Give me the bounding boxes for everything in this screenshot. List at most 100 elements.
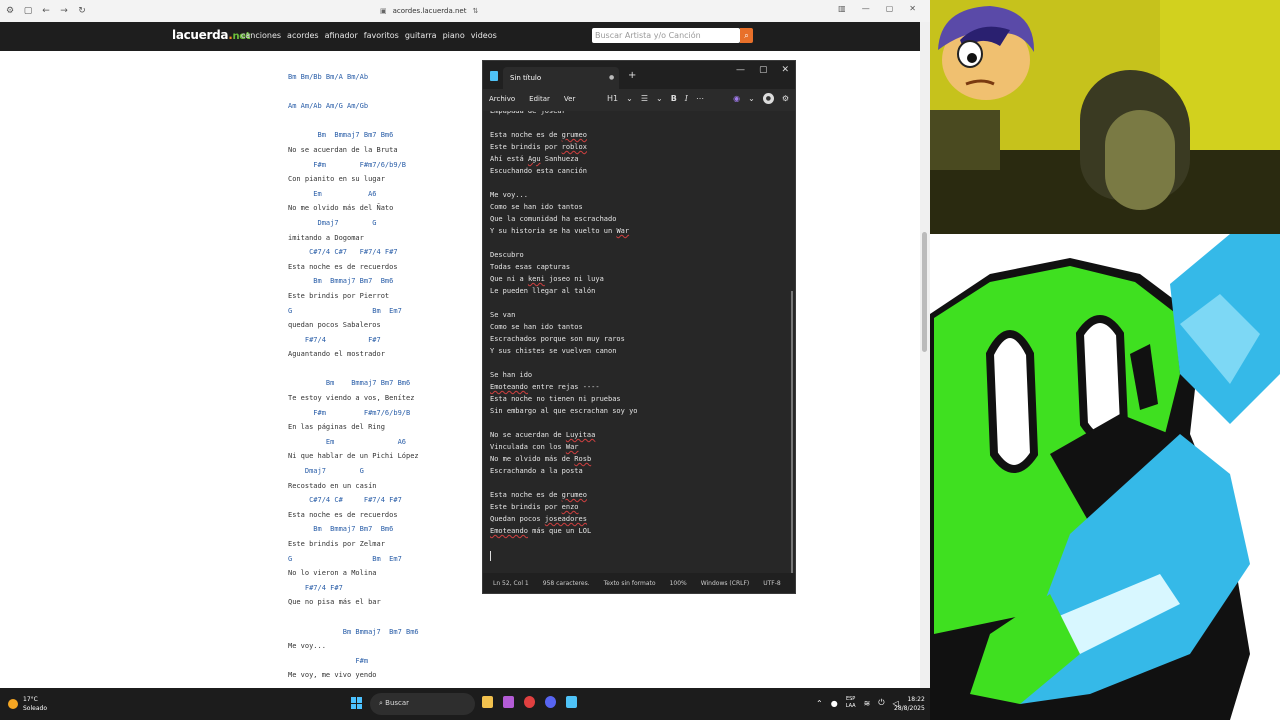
chord-line[interactable]: G Bm Em7 (288, 552, 488, 567)
chord-line[interactable]: Em A6 (288, 187, 488, 202)
tab-close-icon[interactable]: ● (609, 74, 614, 81)
tab-overview-icon[interactable]: ▥ (838, 4, 846, 13)
start-button[interactable] (351, 697, 363, 709)
maximize-icon[interactable]: ▢ (886, 4, 894, 13)
microphone-icon[interactable]: ● (831, 699, 838, 708)
notepad-text-area[interactable]: Empapada de josear Esta noche es de grume… (483, 111, 795, 573)
power-icon[interactable]: ⏻ (878, 698, 884, 708)
browser-menu-icon[interactable]: ⚙ (2, 6, 18, 16)
discord-icon[interactable] (545, 696, 556, 708)
misspelled-word[interactable]: Emoteando (490, 527, 528, 535)
status-format[interactable]: Texto sin formato (604, 580, 656, 587)
weather-widget[interactable]: 17°C Soleado (8, 695, 47, 713)
status-encoding[interactable]: UTF-8 (763, 580, 781, 587)
list-icon[interactable]: ☰ (641, 94, 648, 103)
back-icon[interactable]: ← (38, 6, 54, 16)
game-app-icon[interactable] (503, 696, 514, 708)
misspelled-word[interactable]: War (566, 443, 579, 451)
reload-icon[interactable]: ↻ (74, 6, 90, 16)
misspelled-word[interactable]: joseadores (545, 515, 587, 523)
chevron-down-icon[interactable]: ⌄ (626, 94, 633, 103)
copilot-icon[interactable]: ◉ (733, 94, 740, 103)
chord-line[interactable]: Dmaj7 G (288, 464, 488, 479)
chord-line[interactable]: C#7/4 C# F#7/4 F#7 (288, 493, 488, 508)
scrollbar-thumb[interactable] (922, 232, 927, 352)
minimize-icon[interactable]: — (736, 65, 745, 75)
chord-line[interactable]: Bm Bm/Bb Bm/A Bm/Ab (288, 70, 488, 85)
misspelled-word[interactable]: Emoteando (490, 383, 528, 391)
clock[interactable]: 18:22 28/8/2025 (894, 695, 925, 713)
address-url[interactable]: acordes.lacuerda.net (393, 7, 467, 15)
status-chars: 958 caracteres. (542, 580, 590, 587)
chord-line[interactable]: G Bm Em7 (288, 304, 488, 319)
taskbar-search[interactable]: ⌕ Buscar (370, 693, 475, 715)
site-nav-item[interactable]: guitarra (405, 31, 437, 40)
editor-scrollbar[interactable] (791, 291, 793, 573)
site-info-icon[interactable]: ▣ (380, 7, 387, 15)
wifi-icon[interactable]: ≋ (864, 699, 871, 708)
status-zoom[interactable]: 100% (670, 580, 687, 587)
address-bar[interactable]: ▣ acordes.lacuerda.net ⇅ (380, 4, 478, 18)
misspelled-word[interactable]: Rosb (574, 455, 591, 463)
misspelled-word[interactable]: enzo (562, 503, 579, 511)
site-search-input[interactable]: Buscar Artista y/o Canción (592, 28, 740, 43)
settings-gear-icon[interactable]: ⚙ (782, 94, 789, 103)
more-icon[interactable]: ⋯ (696, 94, 704, 103)
site-nav-item[interactable]: acordes (287, 31, 319, 40)
minimize-icon[interactable]: — (862, 4, 870, 13)
italic-icon[interactable]: I (685, 94, 688, 103)
sidebar-toggle-icon[interactable]: ▢ (20, 6, 36, 16)
chord-line[interactable]: F#7/4 F#7 (288, 581, 488, 596)
new-tab-icon[interactable]: + (628, 70, 636, 81)
notepad-taskbar-icon[interactable] (566, 696, 577, 708)
menu-item[interactable]: Ver (564, 95, 575, 103)
account-avatar-icon[interactable]: ● (762, 93, 774, 104)
misspelled-word[interactable]: War (616, 227, 629, 235)
chord-line[interactable]: Bm Bmmaj7 Bm7 Bm6 (288, 274, 488, 289)
chord-line[interactable]: Dmaj7 G (288, 216, 488, 231)
tune-icon[interactable]: ⇅ (472, 7, 478, 15)
site-nav-item[interactable]: canciones (241, 31, 281, 40)
chord-line[interactable]: Bm Bmmaj7 Bm7 Bm6 (288, 128, 488, 143)
site-nav-item[interactable]: afinador (325, 31, 358, 40)
heading-dropdown[interactable]: H1 (607, 94, 618, 103)
chord-line[interactable]: F#m F#m7/6/b9/B (288, 406, 488, 421)
menu-item[interactable]: Archivo (489, 95, 515, 103)
notepad-tab[interactable]: Sin título (503, 67, 619, 89)
menu-item[interactable]: Editar (529, 95, 550, 103)
close-icon[interactable]: ✕ (781, 65, 789, 75)
file-explorer-icon[interactable] (482, 696, 493, 708)
chord-line[interactable]: Am Am/Ab Am/G Am/Gb (288, 99, 488, 114)
misspelled-word[interactable]: keni (528, 275, 545, 283)
chord-line[interactable]: Em A6 (288, 435, 488, 450)
chrome-icon[interactable] (524, 696, 535, 708)
language-indicator[interactable]: ESP LAA (846, 696, 856, 710)
chevron-down-icon[interactable]: ⌄ (748, 94, 755, 103)
site-logo[interactable]: lacuerda.net (172, 28, 251, 42)
chord-line[interactable]: Bm Bmmaj7 Bm7 Bm6 (288, 625, 488, 640)
close-icon[interactable]: ✕ (909, 4, 916, 13)
misspelled-word[interactable]: grumeo (562, 491, 587, 499)
bold-icon[interactable]: B (671, 94, 677, 103)
chord-line[interactable]: F#m F#m7/6/b9/B (288, 158, 488, 173)
forward-icon[interactable]: → (56, 6, 72, 16)
site-nav-item[interactable]: favoritos (364, 31, 399, 40)
status-eol[interactable]: Windows (CRLF) (701, 580, 750, 587)
chord-line[interactable]: C#7/4 C#7 F#7/4 F#7 (288, 245, 488, 260)
site-nav-item[interactable]: piano (443, 31, 465, 40)
misspelled-word[interactable]: grumeo (562, 131, 587, 139)
chevron-up-icon[interactable]: ⌃ (816, 699, 823, 708)
site-search-button[interactable]: ⌕ (740, 28, 753, 43)
site-nav-item[interactable]: videos (471, 31, 497, 40)
misspelled-word[interactable]: roblox (562, 143, 587, 151)
chord-line[interactable]: F#m (288, 654, 488, 669)
maximize-icon[interactable]: ▢ (759, 65, 768, 75)
misspelled-word[interactable]: Agu (528, 155, 541, 163)
chord-line[interactable]: Bm Bmmaj7 Bm7 Bm6 (288, 376, 488, 391)
chord-line[interactable]: Bm Bmmaj7 Bm7 Bm6 (288, 522, 488, 537)
chord-line[interactable]: F#7/4 F#7 (288, 333, 488, 348)
logo-text[interactable]: lacuerda (172, 28, 229, 42)
chevron-down-icon[interactable]: ⌄ (656, 94, 663, 103)
misspelled-word[interactable]: Luyitaa (566, 431, 596, 439)
page-scrollbar[interactable] (920, 22, 930, 688)
